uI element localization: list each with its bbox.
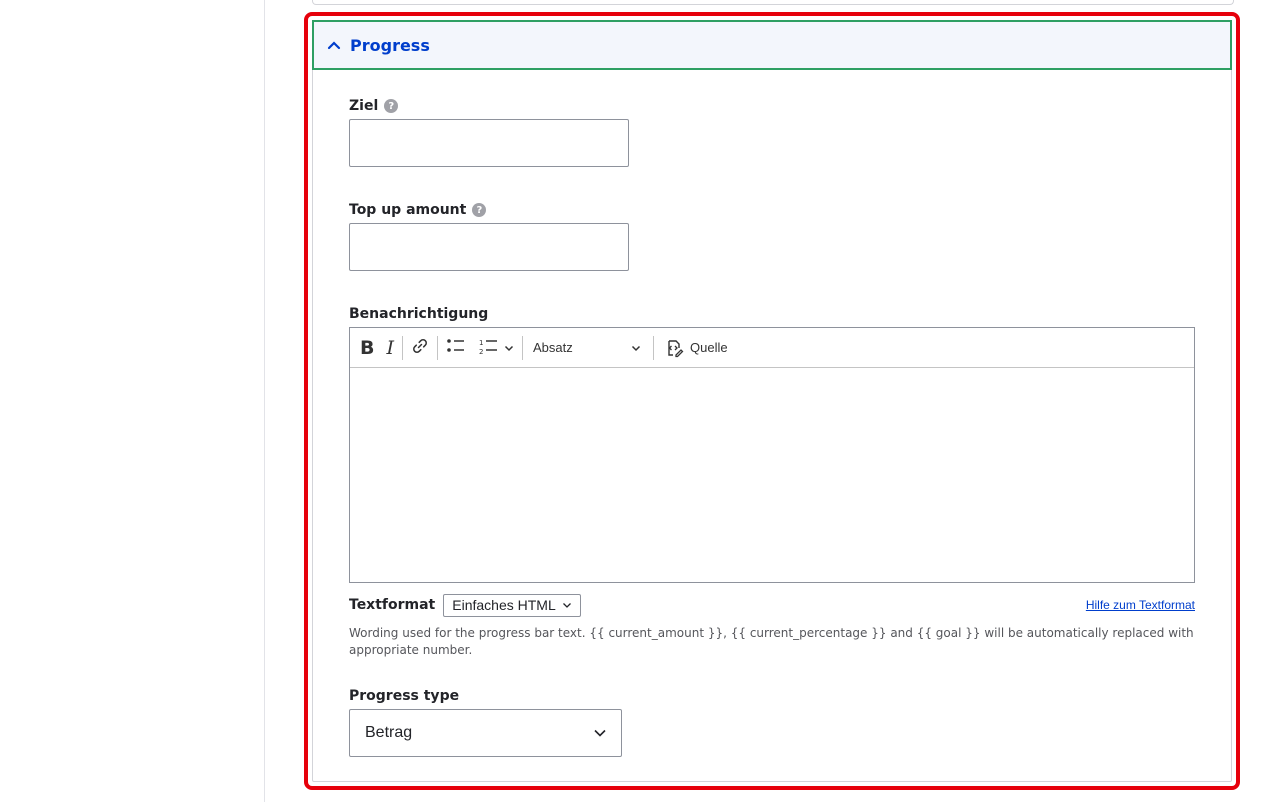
heading-dropdown-label: Absatz [533,340,573,355]
field-description: Wording used for the progress bar text. … [349,626,1194,657]
notification-field: Benachrichtigung [349,306,488,322]
source-icon [664,338,684,358]
progress-summary-toggle[interactable]: Progress [312,20,1232,70]
bulleted-list-icon [446,337,466,359]
link-icon [411,337,429,359]
editor-content-area[interactable] [350,368,1194,582]
textformat-select[interactable]: Einfaches HTML [443,593,581,617]
textformat-row: Textformat Einfaches HTML Hilfe zum Text… [349,593,1195,617]
progress-type-selected: Betrag [365,724,413,741]
rich-text-editor: B I 12 Absatz Quelle [349,327,1195,583]
toolbar-separator [402,335,403,360]
progress-details: Progress Ziel ? Top up amount ? Benachri… [312,20,1232,782]
section-title: Progress [350,35,430,55]
goal-input[interactable] [349,119,629,167]
bold-button[interactable]: B [354,332,380,364]
toolbar-separator [437,335,438,360]
progress-type-label: Progress type [349,688,460,704]
chevron-down-icon[interactable] [504,343,514,353]
editor-toolbar: B I 12 Absatz Quelle [350,328,1194,368]
link-button[interactable] [405,332,435,364]
textformat-selected: Einfaches HTML [452,597,556,613]
left-sidebar [0,0,265,802]
progress-type-field: Progress type [349,688,459,704]
numbered-list-button[interactable]: 12 [472,332,520,364]
bulleted-list-button[interactable] [440,332,472,364]
chevron-down-icon [593,726,607,740]
chevron-down-icon [562,600,572,610]
top-up-field: Top up amount ? [349,202,487,218]
heading-dropdown[interactable]: Absatz [525,332,651,364]
textformat-help-link[interactable]: Hilfe zum Textformat [1086,598,1195,612]
source-button[interactable]: Quelle [656,332,734,364]
textformat-label: Textformat [349,597,436,613]
svg-text:1: 1 [479,339,483,347]
help-icon[interactable]: ? [472,203,487,217]
toolbar-separator [653,335,654,360]
previous-section-edge [312,0,1234,5]
goal-label: Ziel [349,98,379,114]
top-up-input[interactable] [349,223,629,271]
italic-button[interactable]: I [380,332,400,364]
svg-text:2: 2 [479,348,483,355]
notification-label: Benachrichtigung [349,306,489,322]
toolbar-separator [522,335,523,360]
chevron-up-icon [326,37,342,53]
chevron-down-icon [631,343,641,353]
goal-field: Ziel ? [349,98,399,114]
top-up-label: Top up amount [349,202,467,218]
progress-type-select[interactable]: Betrag [349,709,622,757]
help-icon[interactable]: ? [384,99,399,113]
numbered-list-icon: 12 [478,337,500,359]
source-label: Quelle [690,340,728,355]
